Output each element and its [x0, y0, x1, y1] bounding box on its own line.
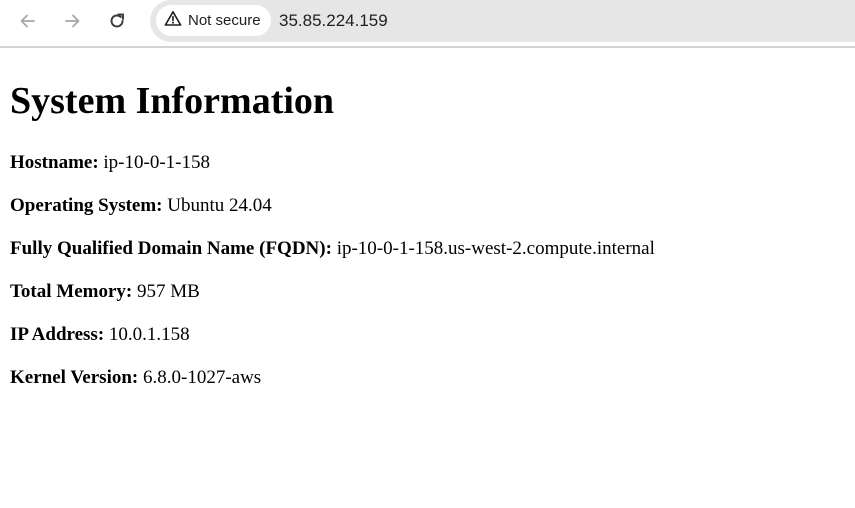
back-button[interactable]: [13, 6, 43, 36]
address-bar[interactable]: Not secure 35.85.224.159: [150, 0, 855, 42]
url-text[interactable]: 35.85.224.159: [279, 11, 388, 31]
field-label: Hostname:: [10, 152, 99, 173]
ip-address-row: IP Address: 10.0.1.158: [10, 324, 190, 346]
page-title: System Information: [10, 80, 335, 122]
field-value: 957 MB: [137, 281, 200, 302]
field-value: 10.0.1.158: [108, 324, 190, 345]
forward-button[interactable]: [57, 6, 87, 36]
field-value: 6.8.0-1027-aws: [143, 367, 262, 388]
reload-button[interactable]: [102, 6, 132, 36]
operating-system-row: Operating System: Ubuntu 24.04: [10, 195, 272, 217]
arrow-right-icon: [62, 11, 82, 31]
arrow-left-icon: [18, 11, 38, 31]
hostname-row: Hostname: ip-10-0-1-158: [10, 152, 210, 174]
total-memory-row: Total Memory: 957 MB: [10, 281, 200, 303]
field-label: Kernel Version:: [10, 367, 139, 388]
field-label: IP Address:: [10, 324, 105, 345]
field-label: Total Memory:: [10, 281, 133, 302]
field-label: Fully Qualified Domain Name (FQDN):: [10, 238, 332, 259]
field-value: ip-10-0-1-158: [103, 152, 210, 173]
field-label: Operating System:: [10, 195, 163, 216]
fqdn-row: Fully Qualified Domain Name (FQDN): ip-1…: [10, 238, 655, 260]
page-content: System Information Hostname: ip-10-0-1-1…: [0, 79, 855, 388]
security-indicator[interactable]: Not secure: [156, 5, 271, 36]
reload-icon: [107, 11, 127, 31]
security-label: Not secure: [188, 12, 261, 29]
kernel-version-row: Kernel Version: 6.8.0-1027-aws: [10, 367, 261, 389]
warning-triangle-icon: [164, 10, 182, 31]
field-value: ip-10-0-1-158.us-west-2.compute.internal: [336, 238, 655, 259]
browser-toolbar: Not secure 35.85.224.159: [0, 0, 855, 48]
field-value: Ubuntu 24.04: [167, 195, 272, 216]
